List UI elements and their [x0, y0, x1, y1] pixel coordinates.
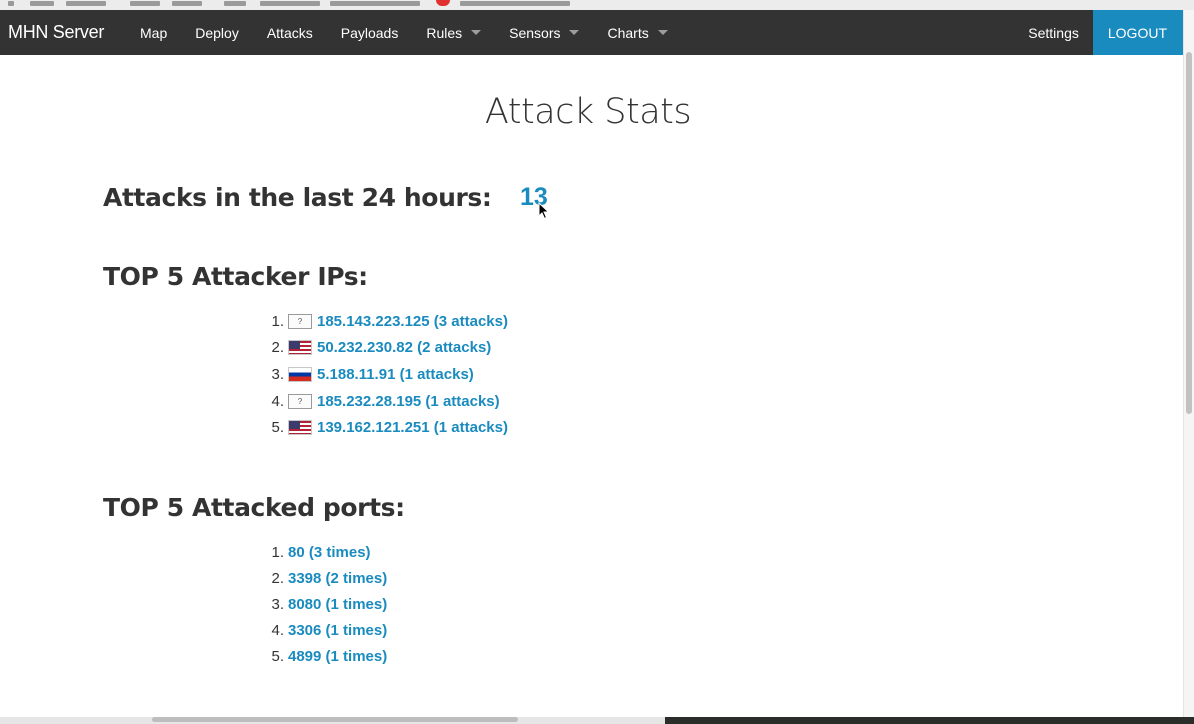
list-item: 2. 3398 (2 times) [260, 565, 387, 591]
browser-bottom-strip [0, 717, 1194, 724]
nav-menu: Map Deploy Attacks Payloads Rules Sensor… [126, 10, 682, 55]
nav-charts-label: Charts [607, 24, 649, 41]
rank-number: 1. [271, 312, 284, 330]
rank-number: 5. [271, 647, 284, 665]
unknown-flag-icon: ? [288, 393, 312, 409]
list-item: 3. 5.188.11.91 (1 attacks) [260, 361, 508, 388]
rank-number: 5. [271, 418, 284, 436]
attacker-ip-link[interactable]: 50.232.230.82 (2 attacks) [317, 339, 491, 356]
nav-charts-dropdown[interactable]: Charts [593, 10, 681, 55]
rank-number: 3. [271, 366, 284, 383]
nav-sensors-label: Sensors [509, 24, 561, 41]
attacked-port-link[interactable]: 3398 (2 times) [288, 570, 387, 587]
nav-payloads-label: Payloads [340, 24, 399, 41]
attacks-24h-label: Attacks in the last 24 hours: [103, 183, 492, 212]
settings-label: Settings [1028, 24, 1079, 41]
rank-number: 3. [271, 595, 284, 613]
attacked-port-link[interactable]: 80 (3 times) [288, 544, 371, 561]
nav-map-label: Map [140, 24, 168, 41]
us-flag-icon [288, 419, 312, 435]
rank-number: 4. [271, 392, 284, 410]
attacker-ip-link[interactable]: 185.232.28.195 (1 attacks) [317, 393, 500, 410]
horizontal-scrollbar-thumb[interactable] [152, 717, 518, 722]
nav-sensors-dropdown[interactable]: Sensors [495, 10, 593, 55]
caret-down-icon [569, 30, 580, 35]
mouse-cursor-icon [538, 202, 550, 220]
nav-deploy-label: Deploy [195, 24, 239, 41]
settings-link[interactable]: Settings [1014, 10, 1093, 55]
brand-link[interactable]: MHN Server [0, 22, 126, 43]
list-item: 4. ? 185.232.28.195 (1 attacks) [260, 388, 508, 414]
list-item: 5. 139.162.121.251 (1 attacks) [260, 414, 508, 440]
nav-right: Settings LOGOUT [1014, 10, 1183, 55]
unknown-flag-icon: ? [288, 313, 312, 329]
nav-rules-label: Rules [426, 24, 463, 41]
rank-number: 2. [271, 339, 284, 356]
list-item: 4. 3306 (1 times) [260, 617, 387, 643]
top-ports-list: 1. 80 (3 times) 2. 3398 (2 times) 3. 808… [260, 539, 387, 669]
attacker-ip-link[interactable]: 5.188.11.91 (1 attacks) [317, 366, 474, 383]
attacker-ip-link[interactable]: 185.143.223.125 (3 attacks) [317, 313, 508, 330]
nav-attacks[interactable]: Attacks [253, 10, 327, 55]
rank-number: 1. [271, 543, 284, 561]
caret-down-icon [657, 30, 668, 35]
list-item: 5. 4899 (1 times) [260, 643, 387, 669]
nav-payloads[interactable]: Payloads [327, 10, 413, 55]
taskbar-fragment [665, 717, 1194, 724]
list-item: 2. 50.232.230.82 (2 attacks) [260, 334, 508, 361]
list-item: 1. 80 (3 times) [260, 539, 387, 565]
attacked-port-link[interactable]: 4899 (1 times) [288, 648, 387, 665]
rank-number: 4. [271, 621, 284, 639]
top-ports-heading: TOP 5 Attacked ports: [103, 493, 405, 522]
navbar: MHN Server Map Deploy Attacks Payloads R… [0, 10, 1183, 55]
us-flag-icon [288, 340, 312, 355]
attacker-ip-link[interactable]: 139.162.121.251 (1 attacks) [317, 419, 508, 436]
rank-number: 2. [271, 569, 284, 587]
attacked-port-link[interactable]: 8080 (1 times) [288, 596, 387, 613]
scrollbar-thumb[interactable] [1186, 52, 1192, 414]
logout-button[interactable]: LOGOUT [1092, 10, 1183, 55]
caret-down-icon [471, 30, 482, 35]
nav-deploy[interactable]: Deploy [181, 10, 253, 55]
nav-rules-dropdown[interactable]: Rules [412, 10, 495, 55]
list-item: 1. ? 185.143.223.125 (3 attacks) [260, 308, 508, 334]
top-ips-heading: TOP 5 Attacker IPs: [103, 262, 368, 291]
ru-flag-icon [288, 367, 312, 382]
top-ips-list: 1. ? 185.143.223.125 (3 attacks) 2. 50.2… [260, 308, 508, 440]
attacked-port-link[interactable]: 3306 (1 times) [288, 622, 387, 639]
nav-attacks-label: Attacks [266, 24, 313, 41]
list-item: 3. 8080 (1 times) [260, 591, 387, 617]
logout-label: LOGOUT [1107, 24, 1167, 41]
page-title: Attack Stats [484, 92, 692, 132]
nav-map[interactable]: Map [126, 10, 181, 55]
vertical-scrollbar[interactable] [1183, 10, 1194, 720]
